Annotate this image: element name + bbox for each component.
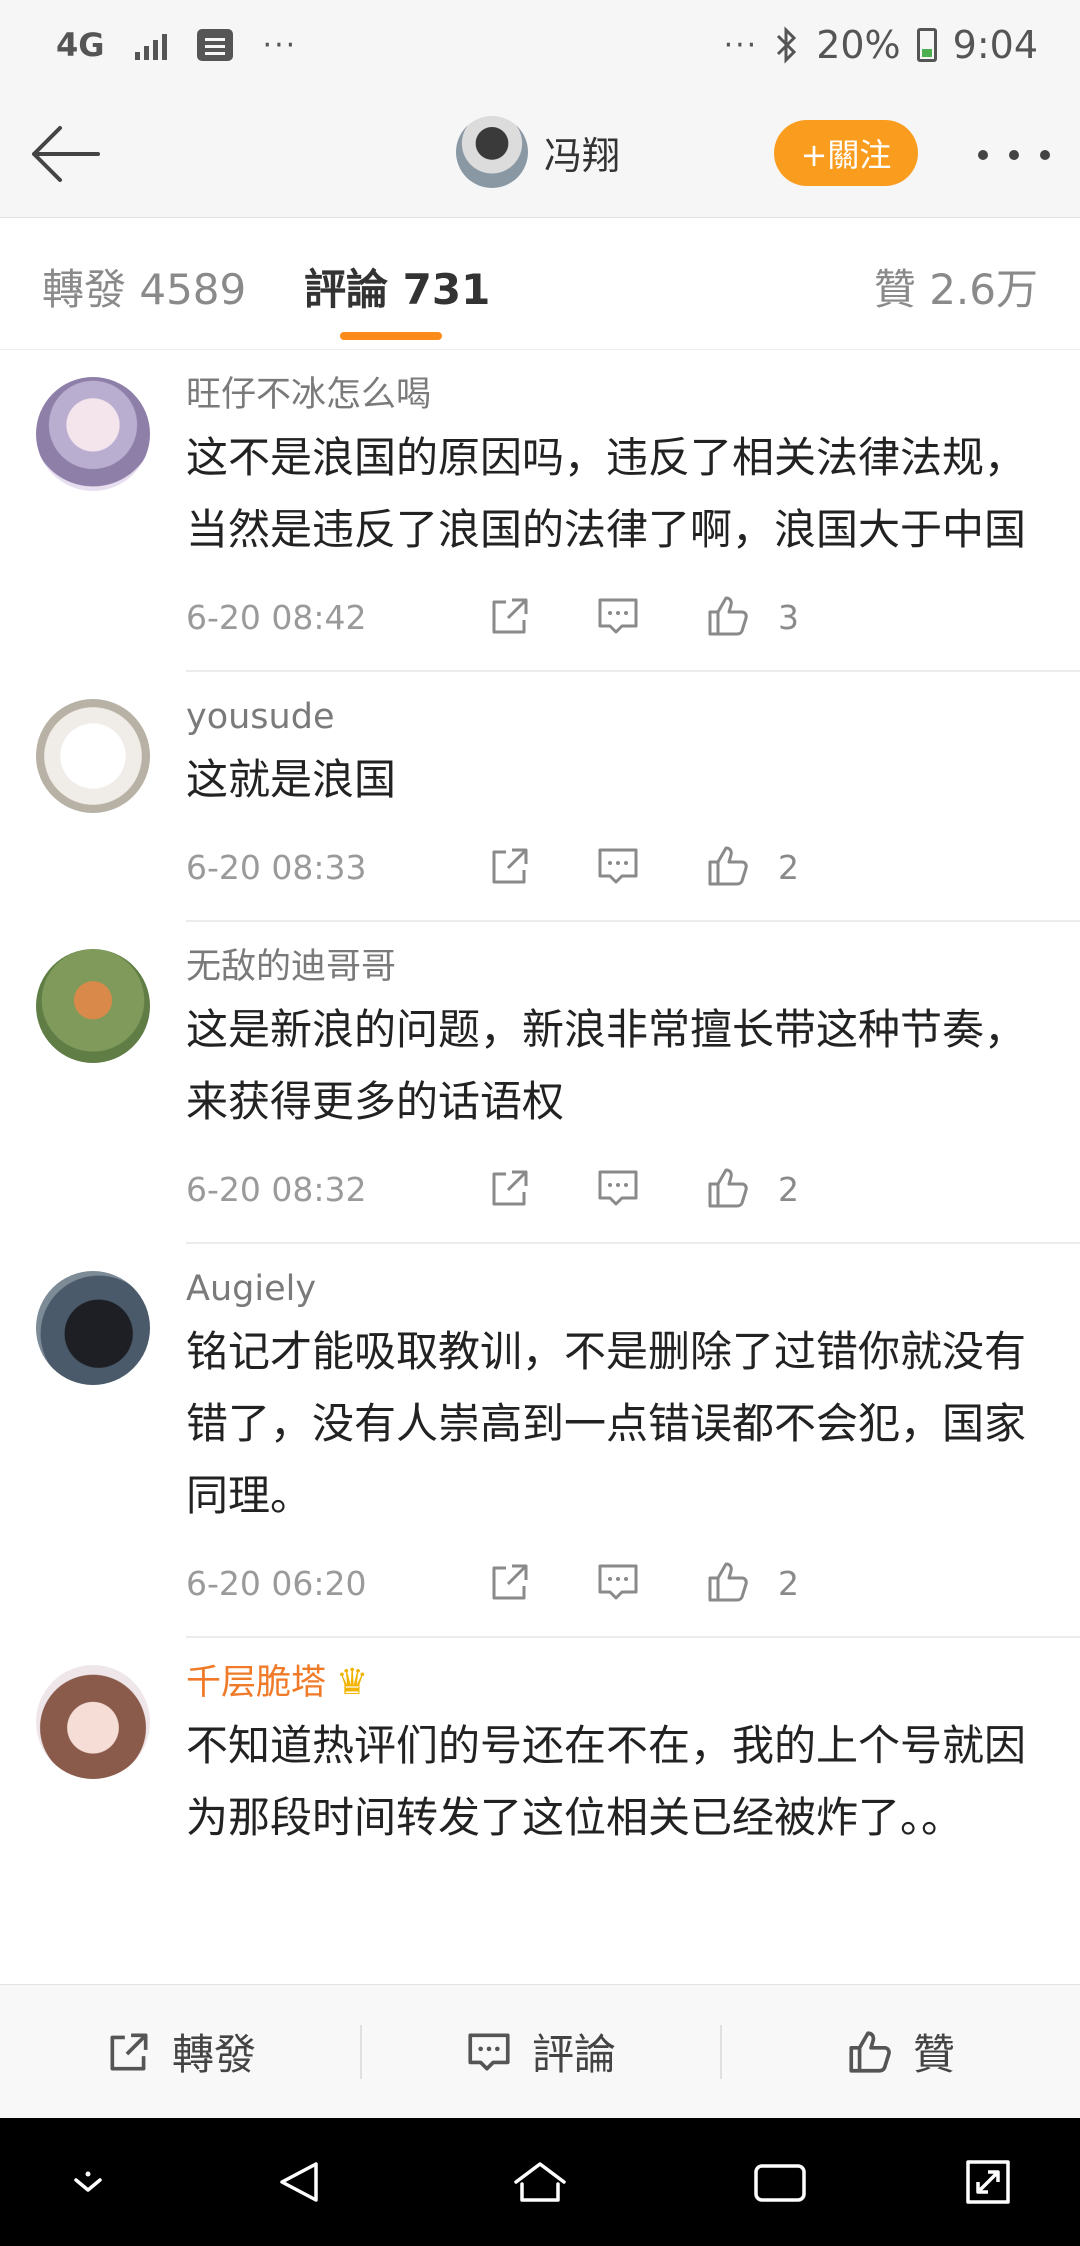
- reply-icon[interactable]: [594, 1164, 642, 1212]
- active-tab-indicator: [340, 332, 442, 340]
- network-indicator: 4G: [56, 26, 105, 64]
- like-count: 2: [778, 1170, 799, 1209]
- status-more-right: ···: [723, 27, 759, 63]
- reply-icon[interactable]: [594, 1558, 642, 1606]
- back-icon[interactable]: [270, 2152, 330, 2212]
- status-bar: 4G ··· ··· 20% 9:04: [0, 0, 1080, 90]
- signal-icon: [134, 30, 167, 60]
- comment-item[interactable]: Augiely 铭记才能吸取教训，不是删除了过错你就没有错了，没有人崇高到一点错…: [0, 1244, 1080, 1638]
- top-nav-bar: 冯翔 +關注: [0, 90, 1080, 218]
- share-icon[interactable]: [486, 842, 534, 890]
- more-options-button[interactable]: [978, 130, 1050, 180]
- avatar[interactable]: [36, 1665, 150, 1779]
- profile-header[interactable]: 冯翔: [456, 116, 620, 188]
- system-nav-bar: [0, 2118, 1080, 2246]
- thumbs-up-icon[interactable]: [704, 1558, 752, 1606]
- like-count: 3: [778, 598, 799, 637]
- reply-icon[interactable]: [594, 842, 642, 890]
- repost-button[interactable]: 轉發: [0, 1985, 360, 2118]
- comment-time: 6-20 06:20: [186, 1564, 367, 1603]
- comment-time: 6-20 08:33: [186, 848, 367, 887]
- comment-text: 不知道热评们的号还在不在，我的上个号就因为那段时间转发了这位相关已经被炸了。。: [186, 1721, 1027, 1842]
- avatar[interactable]: [456, 116, 528, 188]
- status-more-left: ···: [262, 27, 298, 63]
- clock: 9:04: [952, 23, 1038, 67]
- share-icon[interactable]: [486, 1558, 534, 1606]
- back-button[interactable]: [26, 118, 106, 190]
- share-icon[interactable]: [486, 1164, 534, 1212]
- bottom-action-bar: 轉發 評論 贊: [0, 1984, 1080, 2118]
- recent-apps-icon[interactable]: [750, 2152, 810, 2212]
- comment-item[interactable]: 旺仔不冰怎么喝 这不是浪国的原因吗，违反了相关法律法规，当然是违反了浪国的法律了…: [0, 350, 1080, 672]
- comment-username[interactable]: 千层脆塔: [186, 1658, 326, 1708]
- comment-list[interactable]: 旺仔不冰怎么喝 这不是浪国的原因吗，违反了相关法律法规，当然是违反了浪国的法律了…: [0, 350, 1080, 1984]
- comment-item[interactable]: 千层脆塔 ♛ 不知道热评们的号还在不在，我的上个号就因为那段时间转发了这位相关已…: [0, 1638, 1080, 1854]
- comment-item[interactable]: yousude 这就是浪国 6-20 08:33 2: [0, 672, 1080, 922]
- battery-icon: [916, 28, 937, 62]
- hide-keyboard-icon[interactable]: [58, 2152, 118, 2212]
- thumbs-up-icon[interactable]: [704, 592, 752, 640]
- message-icon: [196, 29, 233, 61]
- comment-username[interactable]: yousude: [186, 692, 1080, 742]
- comment-icon: [468, 2033, 510, 2070]
- like-count: 2: [778, 1564, 799, 1603]
- crown-icon: ♛: [336, 1662, 369, 1703]
- comment-username[interactable]: 无敌的迪哥哥: [186, 942, 1080, 992]
- avatar[interactable]: [36, 377, 150, 491]
- home-icon[interactable]: [510, 2152, 570, 2212]
- comment-text: 这是新浪的问题，新浪非常擅长带这种节奏，来获得更多的话语权: [186, 1005, 1027, 1126]
- like-count: 2: [778, 848, 799, 887]
- back-arrow-icon: [32, 126, 100, 182]
- battery-percent: 20%: [816, 23, 901, 67]
- share-icon: [110, 2033, 148, 2070]
- repost-label: 轉發: [171, 2030, 256, 2079]
- tab-comments[interactable]: 評論 731: [304, 256, 490, 317]
- avatar[interactable]: [36, 699, 150, 813]
- bluetooth-icon: [777, 26, 797, 64]
- avatar[interactable]: [36, 949, 150, 1063]
- thumbs-up-icon[interactable]: [704, 1164, 752, 1212]
- comment-time: 6-20 08:42: [186, 598, 367, 637]
- comment-button[interactable]: 評論: [360, 1985, 720, 2118]
- share-icon[interactable]: [486, 592, 534, 640]
- thumbs-up-icon[interactable]: [704, 842, 752, 890]
- comment-text: 铭记才能吸取教训，不是删除了过错你就没有错了，没有人崇高到一点错误都不会犯，国家…: [186, 1327, 1027, 1520]
- tab-bar: 轉發 4589 評論 731 贊 2.6万: [0, 218, 1080, 350]
- comment-label: 評論: [531, 2030, 616, 2079]
- more-icon: [978, 150, 988, 160]
- comment-text: 这不是浪国的原因吗，违反了相关法律法规，当然是违反了浪国的法律了啊，浪国大于中国: [186, 433, 1027, 554]
- like-button[interactable]: 贊: [720, 1985, 1080, 2118]
- follow-button[interactable]: +關注: [774, 120, 918, 186]
- tab-reposts[interactable]: 轉發 4589: [42, 256, 246, 317]
- reply-icon[interactable]: [594, 592, 642, 640]
- profile-name[interactable]: 冯翔: [544, 125, 620, 180]
- comment-username[interactable]: Augiely: [186, 1264, 1080, 1314]
- avatar[interactable]: [36, 1271, 150, 1385]
- comment-time: 6-20 08:32: [186, 1170, 367, 1209]
- comment-item[interactable]: 无敌的迪哥哥 这是新浪的问题，新浪非常擅长带这种节奏，来获得更多的话语权 6-2…: [0, 922, 1080, 1244]
- like-label: 贊: [912, 2030, 955, 2079]
- tab-likes[interactable]: 贊 2.6万: [874, 256, 1038, 317]
- thumbs-up-icon: [849, 2030, 891, 2073]
- comment-text: 这就是浪国: [186, 755, 397, 804]
- comment-username[interactable]: 旺仔不冰怎么喝: [186, 370, 1080, 420]
- expand-icon[interactable]: [958, 2152, 1018, 2212]
